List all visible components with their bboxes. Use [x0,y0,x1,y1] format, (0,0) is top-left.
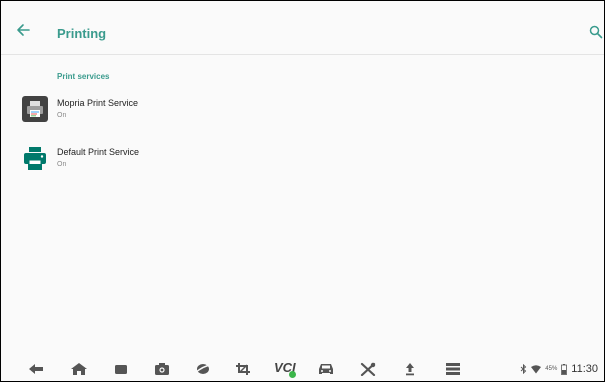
service-name: Mopria Print Service [57,98,139,108]
settings-window: Printing Print services Mopria Print Ser… [0,0,605,382]
nav-recent-button[interactable] [112,362,130,376]
back-icon [29,364,43,374]
service-status: On [57,112,67,119]
nav-upload-button[interactable] [401,362,419,376]
section-header-print-services: Print services [57,72,110,81]
tools-icon [360,362,376,376]
nav-vci-button[interactable]: VCI [274,360,298,378]
recent-apps-icon [115,365,127,374]
nav-camera-button[interactable] [153,362,171,376]
battery-percent: 45% [545,366,558,372]
wifi-icon [531,364,542,373]
service-name: Default Print Service [57,147,140,157]
printer-icon [22,145,48,171]
nav-home-button[interactable] [70,362,88,376]
service-item-default[interactable]: Default Print Service On [1,145,604,191]
camera-icon [155,363,169,375]
upload-icon [406,363,414,376]
menu-icon [446,363,460,375]
nav-car-button[interactable] [317,362,335,376]
search-icon [589,25,603,39]
browser-icon [194,364,212,374]
page-title: Printing [57,26,107,41]
nav-crop-button[interactable] [235,362,253,376]
home-icon [71,363,87,375]
service-status: On [57,161,67,168]
nav-back-button[interactable] [27,362,45,376]
service-item-mopria[interactable]: Mopria Print Service On [1,96,604,142]
clock: 11:30 [571,363,598,375]
mopria-printer-icon [22,96,48,122]
crop-icon [236,363,250,375]
app-bar: Printing [1,1,604,55]
arrow-left-icon [17,24,30,36]
nav-menu-button[interactable] [444,362,462,376]
search-button[interactable] [589,25,603,39]
battery-icon [561,363,568,375]
nav-tools-button[interactable] [359,362,377,376]
back-button[interactable] [13,21,35,39]
nav-browser-button[interactable] [194,362,212,376]
bluetooth-icon [520,364,527,374]
status-indicators: 45% 11:30 [520,362,598,376]
system-navigation-bar: VCI 45% 11:30 [1,356,604,381]
vci-status-icon [289,371,296,378]
car-icon [319,364,333,374]
